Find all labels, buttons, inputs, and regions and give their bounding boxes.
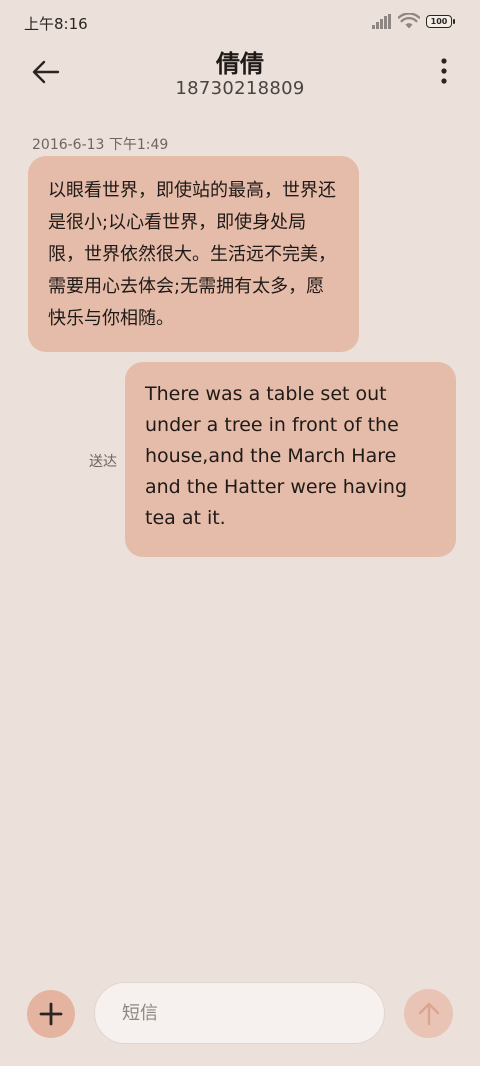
signal-icon xyxy=(372,13,391,29)
battery-level: 100 xyxy=(430,16,448,26)
message-input[interactable] xyxy=(94,982,385,1044)
more-options-button[interactable] xyxy=(436,58,452,84)
more-vertical-icon xyxy=(441,58,447,84)
contact-name: 倩倩 xyxy=(216,50,264,78)
conversation-header: 倩倩 18730218809 xyxy=(0,44,480,114)
status-time: 上午8:16 xyxy=(24,15,88,33)
status-icons: 100 xyxy=(372,13,455,29)
add-attachment-button[interactable] xyxy=(27,990,75,1038)
contact-number: 18730218809 xyxy=(175,78,305,99)
message-timestamp: 2016-6-13 下午1:49 xyxy=(32,137,169,153)
outgoing-message-bubble[interactable]: There was a table set out under a tree i… xyxy=(125,362,456,557)
delivery-status: 送达 xyxy=(89,454,117,470)
message-composer xyxy=(0,978,480,1048)
messaging-screen: 上午8:16 100 倩倩 18730218809 2016-6-13 下午1:… xyxy=(0,0,480,1066)
send-arrow-icon xyxy=(418,1002,439,1025)
battery-icon: 100 xyxy=(426,14,455,28)
send-button[interactable] xyxy=(404,989,453,1038)
incoming-message-bubble[interactable]: 以眼看世界，即使站的最高，世界还是很小;以心看世界，即使身处局限，世界依然很大。… xyxy=(28,156,359,352)
plus-icon xyxy=(39,1002,63,1026)
status-bar: 上午8:16 100 xyxy=(0,0,480,44)
wifi-icon xyxy=(398,13,420,29)
